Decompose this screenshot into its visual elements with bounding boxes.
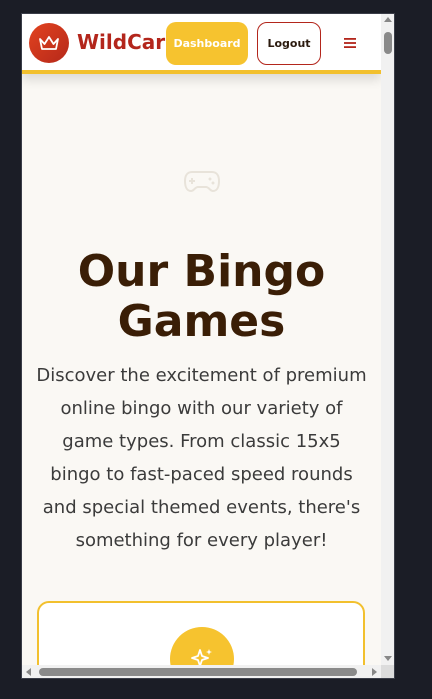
horizontal-scrollbar[interactable] — [22, 665, 381, 678]
scroll-right-icon[interactable] — [372, 668, 377, 676]
page-description: Discover the excitement of premium onlin… — [36, 365, 367, 551]
horizontal-scroll-thumb[interactable] — [39, 668, 357, 676]
scroll-up-icon[interactable] — [384, 17, 392, 22]
scroll-left-icon[interactable] — [26, 668, 31, 676]
brand-name[interactable]: WildCard — [77, 30, 179, 54]
scroll-down-icon[interactable] — [384, 656, 392, 661]
gamepad-icon — [182, 166, 222, 196]
vertical-scroll-thumb[interactable] — [384, 32, 392, 54]
vertical-scrollbar[interactable] — [381, 14, 394, 665]
sparkles-icon — [170, 627, 234, 665]
logout-button[interactable]: Logout — [257, 22, 321, 65]
browser-window: WildCard Dashboard Logout Our Bingo Game… — [21, 13, 395, 679]
hamburger-menu-icon[interactable] — [340, 34, 360, 52]
scrollbar-corner — [381, 665, 394, 678]
crown-icon[interactable] — [29, 23, 69, 63]
dashboard-button[interactable]: Dashboard — [166, 22, 248, 65]
page-viewport: WildCard Dashboard Logout Our Bingo Game… — [22, 14, 381, 665]
page-title: Our Bingo Games — [77, 246, 326, 347]
top-navbar: WildCard Dashboard Logout — [22, 14, 381, 74]
feature-card[interactable] — [37, 601, 365, 665]
